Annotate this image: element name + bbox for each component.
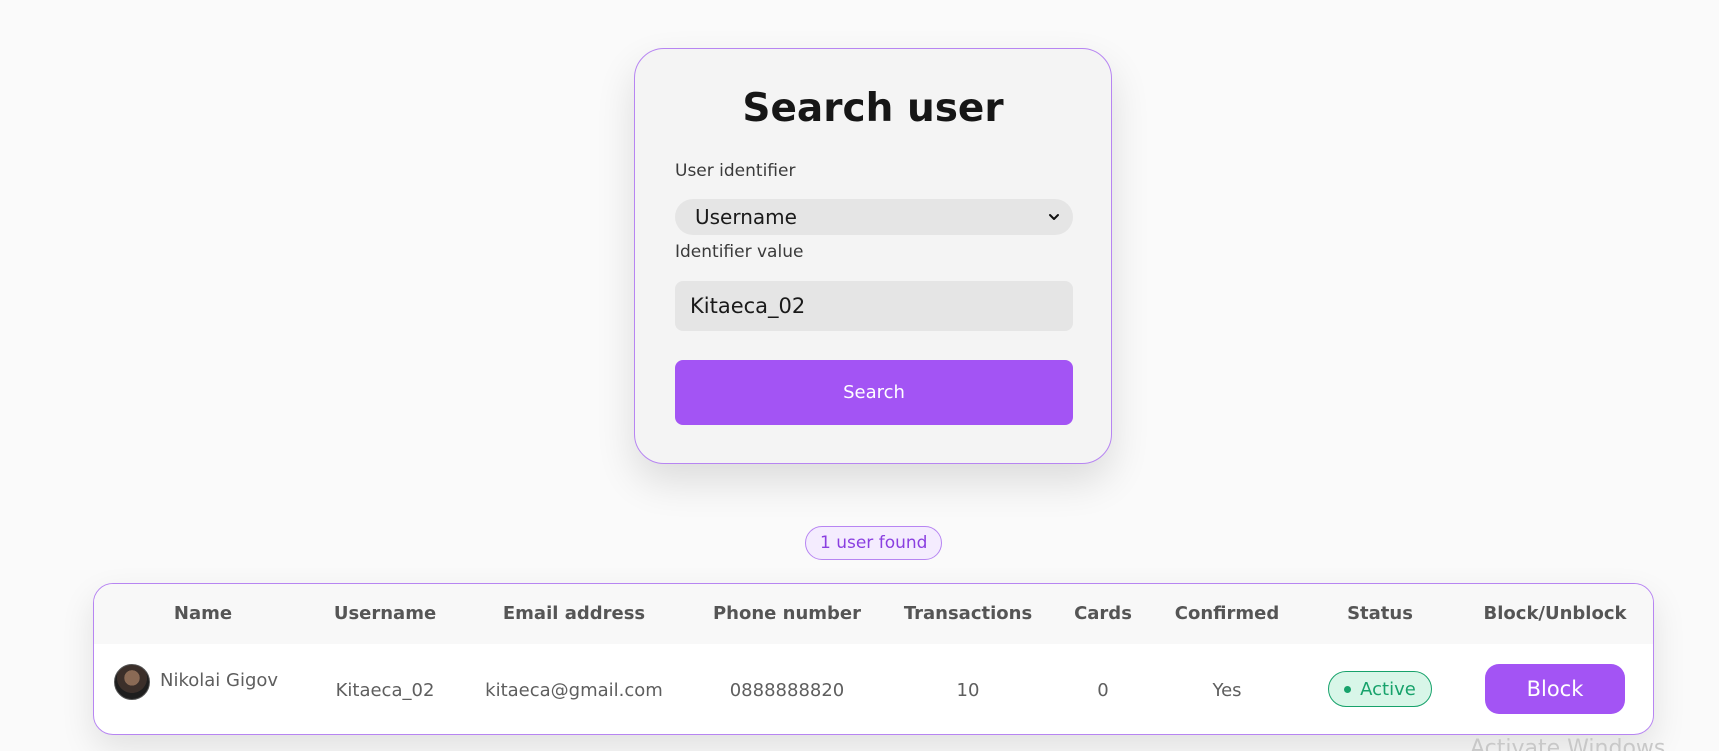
search-button[interactable]: Search [675, 360, 1073, 425]
user-name-cell: Nikolai Gigov [114, 664, 278, 700]
identifier-value-input[interactable] [675, 281, 1073, 331]
search-user-card: Search user User identifier Username Ide… [634, 48, 1112, 464]
user-full-name: Nikolai Gigov [160, 669, 279, 691]
user-cards: 0 [1097, 680, 1109, 701]
block-user-button[interactable]: Block [1485, 664, 1625, 714]
identifier-value-label: Identifier value [675, 242, 804, 262]
user-identifier-label: User identifier [675, 161, 796, 181]
page: Search user User identifier Username Ide… [0, 0, 1719, 751]
card-title: Search user [742, 86, 1004, 131]
user-transactions: 10 [956, 680, 980, 701]
header-status: Status [1347, 603, 1413, 624]
header-email: Email address [502, 603, 646, 624]
header-block-unblock: Block/Unblock [1483, 603, 1627, 624]
user-phone: 0888888820 [729, 680, 845, 701]
user-username: Kitaeca_02 [335, 680, 435, 701]
status-label: Active [1360, 678, 1416, 700]
header-username: Username [333, 603, 437, 624]
header-confirmed: Confirmed [1174, 603, 1280, 624]
user-confirmed: Yes [1212, 680, 1242, 701]
chevron-down-icon [1049, 214, 1059, 220]
user-email: kitaeca@gmail.com [485, 680, 663, 701]
avatar [114, 664, 150, 700]
users-table: Name Username Email address Phone number… [93, 583, 1654, 735]
activate-windows-watermark: Activate Windows [1470, 736, 1666, 751]
user-identifier-select[interactable]: Username [675, 199, 1073, 235]
header-cards: Cards [1074, 603, 1132, 624]
results-count-badge: 1 user found [805, 526, 943, 560]
user-identifier-selected-value: Username [695, 205, 797, 229]
header-transactions: Transactions [903, 603, 1033, 624]
header-name: Name [173, 603, 233, 624]
status-dot-icon [1344, 685, 1352, 693]
header-phone: Phone number [712, 603, 862, 624]
status-badge: Active [1328, 671, 1432, 707]
table-header-row: Name Username Email address Phone number… [94, 584, 1653, 644]
